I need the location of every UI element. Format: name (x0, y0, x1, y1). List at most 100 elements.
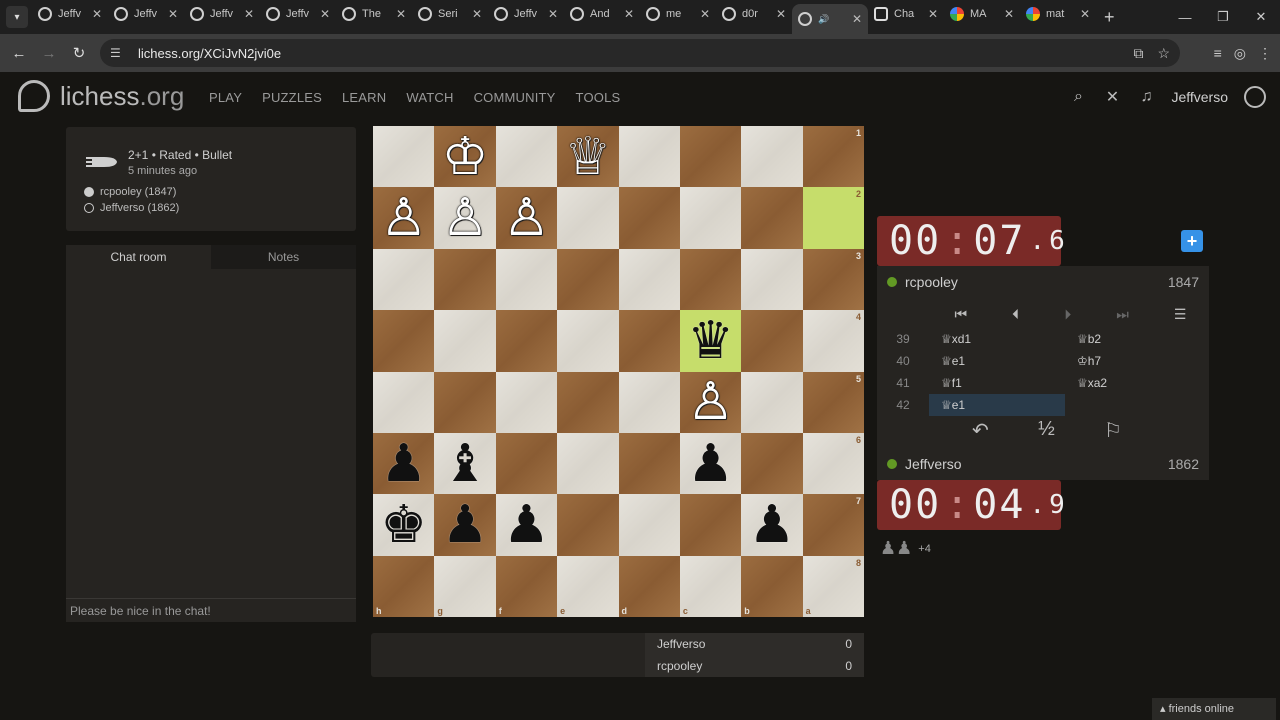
black-bishop-piece[interactable]: ♝ (442, 438, 489, 490)
board-square[interactable] (741, 371, 803, 433)
browser-tab[interactable]: MA ✕ (944, 0, 1020, 28)
board-square[interactable]: ♟ (373, 432, 435, 495)
white-pawn-piece[interactable]: ♙ (503, 192, 550, 244)
black-pawn-piece[interactable]: ♟ (687, 438, 734, 490)
browser-tab[interactable]: Jeffv ✕ (32, 0, 108, 28)
board-square[interactable]: ♟ (434, 494, 496, 556)
board-square[interactable] (741, 187, 803, 249)
board-square[interactable] (373, 310, 435, 372)
board-square[interactable]: ♝ (434, 432, 496, 495)
board-square[interactable] (618, 248, 680, 311)
browser-tab[interactable]: And ✕ (564, 0, 640, 28)
board-square[interactable] (618, 126, 680, 188)
board-square[interactable] (495, 310, 558, 372)
white-queen-piece[interactable]: ♕ (565, 131, 612, 183)
back-button[interactable]: ← (4, 45, 34, 62)
board-square[interactable] (557, 371, 619, 433)
board-square[interactable]: 6 (802, 432, 864, 495)
bell-icon[interactable]: ♫ (1137, 88, 1155, 106)
board-square[interactable] (618, 432, 680, 495)
close-tab-icon[interactable]: ✕ (700, 7, 710, 21)
board-square[interactable]: 3 (802, 248, 864, 311)
browser-menu-icon[interactable]: ⋮ (1258, 45, 1272, 62)
board-square[interactable]: ♔ (434, 126, 496, 188)
close-tab-icon[interactable]: ✕ (92, 7, 102, 21)
site-info-icon[interactable]: ☰ (110, 46, 126, 60)
close-tab-icon[interactable]: ✕ (852, 12, 862, 26)
address-bar[interactable]: ☰ lichess.org/XCiJvN2jvi0e ⧉ ☆ (100, 39, 1180, 67)
board-square[interactable]: h (373, 555, 435, 617)
nav-play[interactable]: PLAY (209, 90, 242, 105)
nav-puzzles[interactable]: PUZZLES (262, 90, 322, 105)
board-square[interactable] (495, 248, 558, 311)
score-player-name[interactable]: rcpooley (657, 659, 702, 673)
install-app-icon[interactable]: ⧉ (1133, 45, 1143, 62)
board-square[interactable]: ♟ (495, 494, 558, 556)
board-square[interactable]: ♙ (434, 187, 496, 249)
browser-tab[interactable]: d0r ✕ (716, 0, 792, 28)
black-pawn-piece[interactable]: ♟ (380, 438, 427, 490)
browser-tab[interactable]: Jeffv ✕ (488, 0, 564, 28)
user-menu[interactable]: Jeffverso (1171, 89, 1228, 105)
close-tab-icon[interactable]: ✕ (1080, 7, 1090, 21)
board-square[interactable]: ♙ (373, 187, 435, 249)
board-square[interactable]: ♟ (741, 494, 803, 556)
nav-watch[interactable]: WATCH (406, 90, 453, 105)
board-square[interactable]: e (557, 555, 619, 617)
browser-tab[interactable]: Jeffv ✕ (260, 0, 336, 28)
user-avatar-icon[interactable] (1244, 86, 1266, 108)
board-square[interactable]: 1 (802, 126, 864, 188)
board-square[interactable] (741, 432, 803, 495)
board-square[interactable] (618, 371, 680, 433)
black-pawn-piece[interactable]: ♟ (749, 499, 796, 551)
white-king-piece[interactable]: ♔ (442, 131, 489, 183)
black-move[interactable]: ♔h7 (1065, 350, 1201, 372)
close-tab-icon[interactable]: ✕ (320, 7, 330, 21)
minimize-button[interactable]: — (1166, 10, 1204, 25)
board-square[interactable]: 4 (802, 310, 864, 372)
new-tab-button[interactable]: + (1104, 7, 1115, 28)
close-tab-icon[interactable]: ✕ (396, 7, 406, 21)
browser-tab[interactable]: 🔊 ✕ (792, 4, 868, 34)
board-square[interactable] (434, 371, 496, 433)
score-player-name[interactable]: Jeffverso (657, 637, 705, 651)
board-square[interactable] (679, 187, 742, 249)
board-square[interactable]: ♚ (373, 494, 435, 556)
browser-tab[interactable]: mat ✕ (1020, 0, 1096, 28)
close-tab-icon[interactable]: ✕ (244, 7, 254, 21)
board-square[interactable] (557, 187, 619, 249)
nav-learn[interactable]: LEARN (342, 90, 386, 105)
white-move[interactable]: ♕e1 (929, 394, 1065, 416)
takeback-icon[interactable]: ↶ (972, 418, 989, 443)
board-square[interactable] (679, 126, 742, 188)
resign-flag-icon[interactable]: ⚐ (1104, 418, 1122, 443)
white-move[interactable]: ♕f1 (929, 372, 1065, 394)
board-square[interactable] (557, 310, 619, 372)
user-name[interactable]: Jeffverso (905, 456, 962, 472)
board-square[interactable] (373, 371, 435, 433)
forward-button[interactable]: → (34, 45, 64, 62)
nav-tools[interactable]: TOOLS (576, 90, 621, 105)
board-square[interactable] (741, 126, 803, 188)
white-player-info[interactable]: rcpooley (1847) (84, 186, 176, 198)
black-move[interactable]: ♕xa2 (1065, 372, 1201, 394)
close-tab-icon[interactable]: ✕ (472, 7, 482, 21)
add-time-button[interactable]: + (1181, 230, 1203, 252)
black-move[interactable]: ♕b2 (1065, 328, 1201, 350)
nav-community[interactable]: COMMUNITY (474, 90, 556, 105)
browser-tab[interactable]: me ✕ (640, 0, 716, 28)
black-queen-piece[interactable]: ♛ (687, 315, 734, 367)
reload-button[interactable]: ↻ (64, 44, 94, 62)
board-square[interactable]: ♟ (679, 432, 742, 495)
white-pawn-piece[interactable]: ♙ (442, 192, 489, 244)
board-square[interactable]: ♙ (679, 371, 742, 433)
chess-board[interactable]: ♔ ♕ 1 ♙ ♙ ♙ 2 3 ♛ 4 ♙ 5 ♟ ♝ ♟ 6 ♚ ♟ ♟ ♟ 7 h g f e d c b 8 a (373, 126, 864, 617)
black-king-piece[interactable]: ♚ (380, 499, 427, 551)
board-square[interactable]: b (741, 555, 803, 617)
board-square[interactable] (741, 310, 803, 372)
black-pawn-piece[interactable]: ♟ (503, 499, 550, 551)
profile-icon[interactable]: ◎ (1234, 45, 1246, 62)
browser-tab[interactable]: Jeffv ✕ (108, 0, 184, 28)
board-square[interactable] (618, 494, 680, 556)
board-square[interactable]: g (434, 555, 496, 617)
